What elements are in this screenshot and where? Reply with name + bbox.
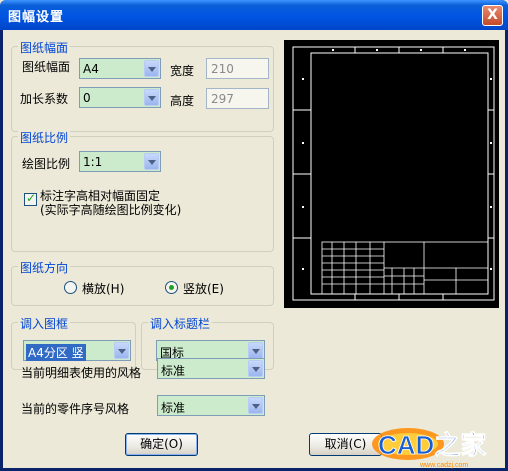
logo-url-text: www.cadzj.com (419, 462, 468, 469)
dialog-window: 图幅设置 X 图纸幅面 图纸幅面 A4 宽度 210 加长系数 0 高度 297… (0, 0, 508, 471)
drawing-scale-label: 绘图比例 (22, 157, 71, 171)
landscape-radio[interactable] (64, 281, 77, 294)
chevron-down-icon[interactable] (144, 60, 159, 77)
extension-factor-value: 0 (83, 91, 91, 105)
close-button[interactable]: X (482, 5, 503, 26)
paper-size-label: 图纸幅面 (22, 60, 71, 74)
chevron-down-icon[interactable] (248, 397, 263, 414)
cadzj-logo: CAD之家 www.cadzj.com (372, 428, 487, 469)
frame-value: A4分区 竖 (26, 344, 86, 361)
part-number-style-label: 当前的零件序号风格 (21, 402, 130, 416)
orientation-group: 图纸方向 横放(H) 竖放(E) (11, 259, 274, 306)
preview-inner-border (310, 52, 489, 295)
extension-factor-select[interactable]: 0 (79, 87, 161, 108)
frame-legend: 调入图框 (18, 315, 71, 332)
extension-factor-label: 加长系数 (20, 92, 69, 106)
portrait-radio[interactable] (165, 281, 178, 294)
paper-size-group: 图纸幅面 图纸幅面 A4 宽度 210 加长系数 0 高度 297 (11, 39, 274, 132)
paper-size-value: A4 (83, 62, 99, 76)
bom-style-label: 当前明细表使用的风格 (21, 366, 142, 380)
paper-size-select[interactable]: A4 (79, 58, 161, 79)
ok-button[interactable]: 确定(O) (125, 433, 198, 456)
chevron-down-icon[interactable] (248, 342, 263, 359)
bom-style-value: 标准 (161, 364, 186, 378)
preview-title-block (321, 241, 489, 295)
bom-style-select[interactable]: 标准 (157, 358, 265, 379)
drawing-preview (284, 40, 499, 308)
height-value: 297 (211, 92, 234, 106)
scale-group: 图纸比例 绘图比例 1:1 标注字高相对幅面固定 (实际字高随绘图比例变化) (11, 129, 274, 252)
close-icon: X (487, 7, 498, 23)
dialog-title: 图幅设置 (8, 10, 65, 25)
preview-zone-dots (302, 49, 492, 270)
drawing-scale-select[interactable]: 1:1 (79, 151, 161, 172)
title-bar[interactable]: 图幅设置 X (0, 0, 508, 30)
title-block-legend: 调入标题栏 (148, 315, 213, 332)
chevron-down-icon[interactable] (114, 342, 129, 359)
chevron-down-icon[interactable] (144, 153, 159, 170)
portrait-label[interactable]: 竖放(E) (183, 280, 224, 297)
logo-brand-text: CAD之家 (378, 430, 486, 460)
frame-group: 调入图框 A4分区 竖 (11, 315, 136, 370)
height-field[interactable]: 297 (206, 88, 269, 109)
height-label: 高度 (170, 94, 195, 108)
preview-zone-marks (293, 47, 494, 300)
drawing-scale-value: 1:1 (83, 155, 103, 169)
fixed-text-height-checkbox[interactable] (24, 191, 37, 206)
frame-select[interactable]: A4分区 竖 (23, 340, 131, 361)
fixed-text-height-note: (实际字高随绘图比例变化) (40, 203, 182, 217)
width-label: 宽度 (170, 64, 195, 78)
chevron-down-icon[interactable] (248, 360, 263, 377)
part-number-style-select[interactable]: 标准 (157, 395, 265, 416)
scale-legend: 图纸比例 (18, 129, 71, 146)
orientation-legend: 图纸方向 (18, 259, 71, 276)
dialog-body: 图纸幅面 图纸幅面 A4 宽度 210 加长系数 0 高度 297 图纸比例 绘… (3, 30, 505, 468)
landscape-label[interactable]: 横放(H) (82, 280, 124, 297)
part-number-style-value: 标准 (161, 401, 186, 415)
width-field[interactable]: 210 (206, 58, 269, 79)
preview-outer-border (292, 46, 495, 301)
paper-size-legend: 图纸幅面 (18, 39, 71, 56)
width-value: 210 (211, 62, 234, 76)
chevron-down-icon[interactable] (144, 89, 159, 106)
